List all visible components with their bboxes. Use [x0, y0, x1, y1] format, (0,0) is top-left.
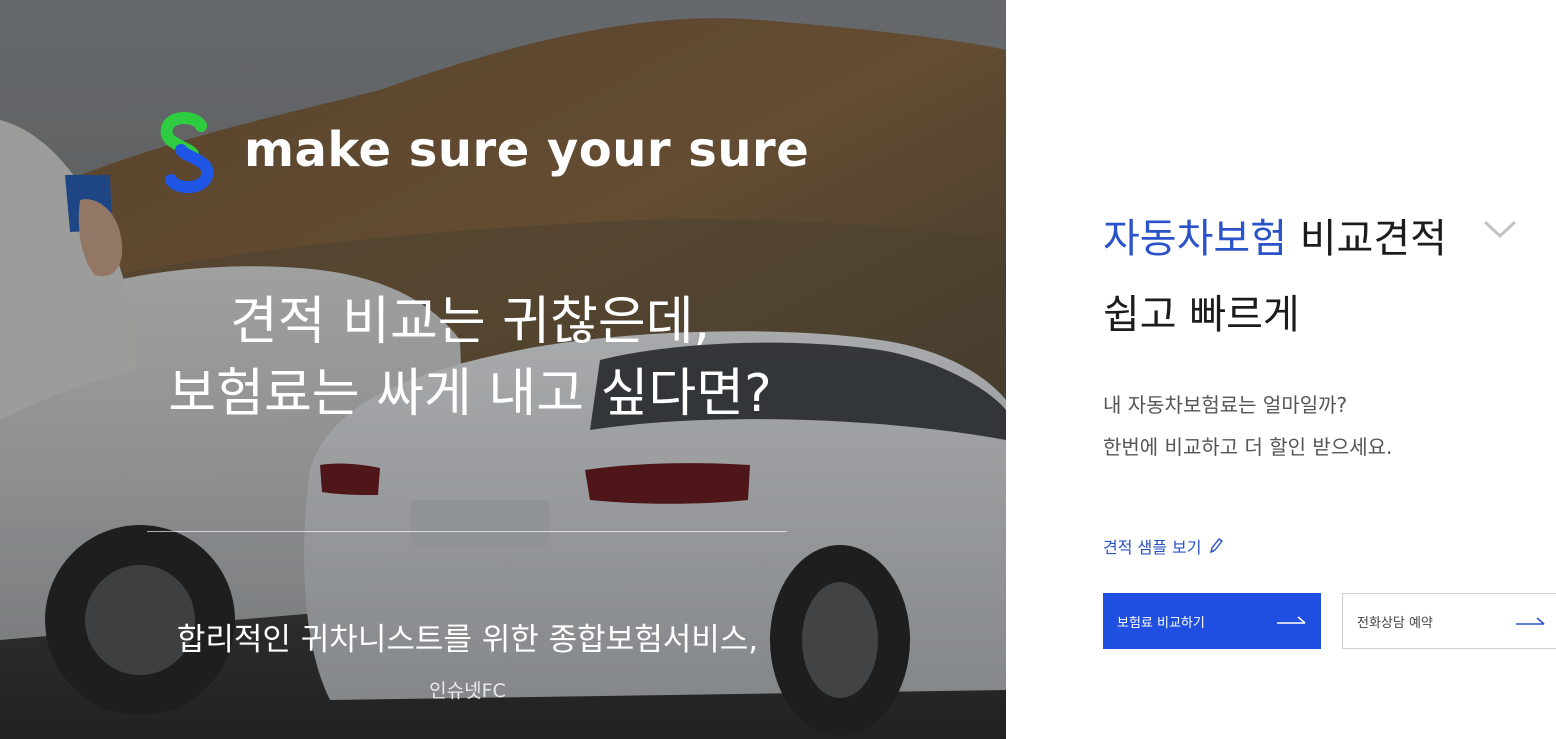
- description-line-1: 내 자동차보험료는 얼마일까?: [1103, 393, 1348, 417]
- headline-line-1: 견적 비교는 귀찮은데,: [229, 292, 711, 352]
- sample-link-label: 견적 샘플 보기: [1103, 538, 1202, 557]
- arrow-right-icon: [1277, 616, 1306, 624]
- hero-divider: [147, 531, 787, 532]
- headline-line-2: 보험료는 싸게 내고 싶다면?: [168, 364, 772, 424]
- panel-description: 내 자동차보험료는 얼마일까? 한번에 비교하고 더 할인 받으세요.: [1103, 384, 1392, 468]
- s-shield-logo-icon: [160, 112, 214, 193]
- title-suffix: 비교견적: [1287, 216, 1447, 262]
- phone-consult-label: 전화상담 예약: [1357, 615, 1433, 631]
- brand-tagline: make sure your sure: [244, 122, 810, 178]
- arrow-right-icon: [1516, 617, 1545, 625]
- insurance-type-label[interactable]: 자동차보험: [1103, 216, 1287, 262]
- description-line-2: 한번에 비교하고 더 할인 받으세요.: [1103, 435, 1393, 459]
- hero-headline: 견적 비교는 귀찮은데, 보험료는 싸게 내고 싶다면?: [100, 286, 840, 430]
- panel-subtitle: 쉽고 빠르게: [1103, 292, 1300, 338]
- service-description: 합리적인 귀차니스트를 위한 종합보험서비스,: [176, 622, 759, 658]
- view-sample-quote-link[interactable]: 견적 샘플 보기: [1103, 534, 1224, 558]
- panel-title: 자동차보험 비교견적: [1103, 206, 1447, 264]
- phone-consult-button[interactable]: 전화상담 예약: [1342, 593, 1556, 649]
- pencil-icon: [1209, 538, 1223, 554]
- chevron-down-icon[interactable]: [1482, 216, 1518, 242]
- hero-banner: make sure your sure 견적 비교는 귀찮은데, 보험료는 싸게…: [0, 0, 1006, 739]
- company-name: 인슈넷FC: [429, 680, 506, 702]
- compare-premium-button[interactable]: 보험료 비교하기: [1103, 593, 1321, 649]
- compare-premium-label: 보험료 비교하기: [1117, 615, 1205, 631]
